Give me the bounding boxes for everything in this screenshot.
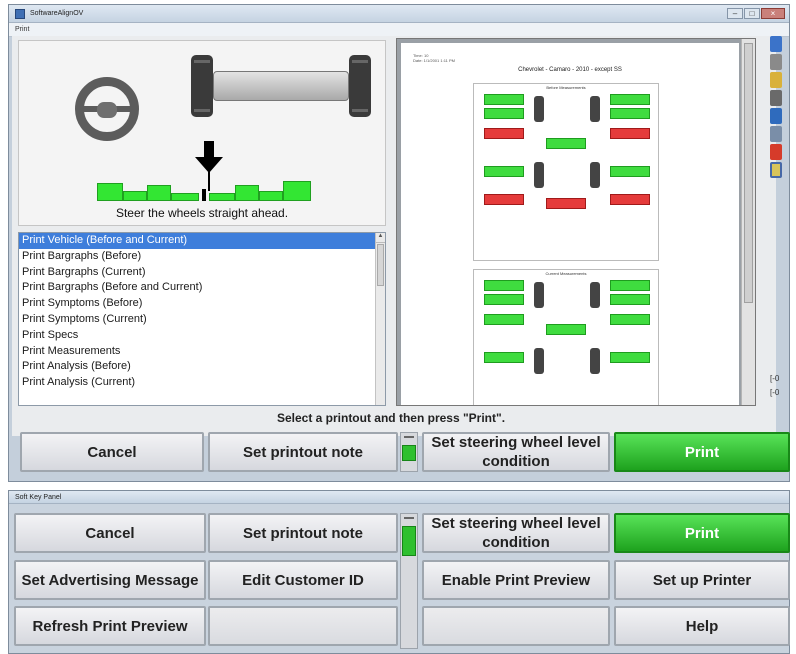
vehicle-tool-icon[interactable] xyxy=(770,144,782,160)
window-controls: – □ × xyxy=(727,8,789,19)
soft-key-panel-title: Soft Key Panel xyxy=(15,493,62,501)
instruction-panel: Steer the wheels straight ahead. xyxy=(18,40,386,226)
main-keys-pager[interactable] xyxy=(400,432,418,472)
preview-title: Chevrolet - Camaro - 2010 - except SS xyxy=(518,67,622,73)
hint-text: Select a printout and then press "Print"… xyxy=(276,411,506,425)
panel-cancel-button[interactable]: Cancel xyxy=(14,513,206,553)
listbox-scrollbar[interactable]: ▲ xyxy=(375,233,385,405)
preview-scroll-thumb[interactable] xyxy=(744,43,753,303)
printout-list-item[interactable]: Print Vehicle (Before and Current) xyxy=(19,233,375,249)
printout-list-item[interactable]: Print Bargraphs (Before and Current) xyxy=(19,280,385,296)
printout-list-item[interactable]: Print Symptoms (Current) xyxy=(19,312,385,328)
preview-before-block: Before Measurements xyxy=(473,83,659,261)
gauge-tool-icon[interactable] xyxy=(770,54,782,70)
print-screen: Steer the wheels straight ahead. Print V… xyxy=(12,36,776,436)
printout-list-item[interactable]: Print Bargraphs (Before) xyxy=(19,249,385,265)
alignment-tool-icon[interactable] xyxy=(770,36,782,52)
wrench-tool-icon[interactable] xyxy=(770,72,782,88)
help-button[interactable]: Help xyxy=(614,606,790,646)
print-button[interactable]: Print xyxy=(614,432,790,472)
preview-scrollbar[interactable] xyxy=(741,39,755,405)
minimize-icon[interactable]: – xyxy=(727,8,743,19)
refresh-print-preview-button[interactable]: Refresh Print Preview xyxy=(14,606,206,646)
set-up-printer-button[interactable]: Set up Printer xyxy=(614,560,790,600)
scrollbar-thumb[interactable] xyxy=(377,244,384,286)
printout-list-item[interactable]: Print Specs xyxy=(19,328,385,344)
empty-soft-key xyxy=(422,606,610,646)
close-icon[interactable]: × xyxy=(761,8,785,19)
set-printout-note-button[interactable]: Set printout note xyxy=(208,432,398,472)
scroll-up-icon[interactable]: ▲ xyxy=(376,233,385,243)
enable-print-preview-button[interactable]: Enable Print Preview xyxy=(422,560,610,600)
printout-listbox[interactable]: Print Vehicle (Before and Current) Print … xyxy=(18,232,386,406)
set-steering-wheel-button[interactable]: Set steering wheel level condition xyxy=(422,432,610,472)
spring-tool-icon[interactable] xyxy=(770,90,782,106)
set-advertising-message-button[interactable]: Set Advertising Message xyxy=(14,560,206,600)
steering-wheel-icon xyxy=(75,77,139,141)
panel-print-button[interactable]: Print xyxy=(614,513,790,553)
steering-bargraph xyxy=(97,175,311,201)
preview-page: Time: 10 Date: 1/1/2001 1:11 PM Chevrole… xyxy=(401,43,739,405)
info-tool-icon[interactable] xyxy=(770,108,782,124)
printout-list-item[interactable]: Print Analysis (Current) xyxy=(19,375,385,391)
window-title: SoftwareAlignOV xyxy=(30,10,84,17)
instruction-text: Steer the wheels straight ahead. xyxy=(115,206,289,220)
soft-key-pager[interactable] xyxy=(400,513,418,649)
menu-print[interactable]: Print xyxy=(15,26,29,33)
preview-header: Time: 10 Date: 1/1/2001 1:11 PM xyxy=(413,53,455,63)
front-axle-icon xyxy=(191,55,371,117)
menu-bar: Print xyxy=(9,23,789,37)
cancel-button[interactable]: Cancel xyxy=(20,432,204,472)
soft-key-panel-titlebar: Soft Key Panel xyxy=(9,491,789,504)
panel-set-steering-wheel-button[interactable]: Set steering wheel level condition xyxy=(422,513,610,553)
edit-customer-id-button[interactable]: Edit Customer ID xyxy=(208,560,398,600)
printout-list-item[interactable]: Print Bargraphs (Current) xyxy=(19,265,385,281)
print-tool-icon[interactable] xyxy=(770,162,782,178)
title-bar: SoftwareAlignOV – □ × xyxy=(9,5,789,23)
printout-list-item[interactable]: Print Symptoms (Before) xyxy=(19,296,385,312)
settings-tool-icon[interactable] xyxy=(770,126,782,142)
panel-set-printout-note-button[interactable]: Set printout note xyxy=(208,513,398,553)
printout-list-item[interactable]: Print Measurements xyxy=(19,344,385,360)
empty-soft-key xyxy=(208,606,398,646)
printout-list-item[interactable]: Print Analysis (Before) xyxy=(19,359,385,375)
maximize-icon[interactable]: □ xyxy=(744,8,760,19)
app-icon xyxy=(15,8,25,19)
print-preview: Time: 10 Date: 1/1/2001 1:11 PM Chevrole… xyxy=(396,38,756,406)
tool-strip xyxy=(770,36,782,226)
side-readout: [-0 [-0 xyxy=(770,374,780,397)
preview-current-block: Current Measurements xyxy=(473,269,659,405)
